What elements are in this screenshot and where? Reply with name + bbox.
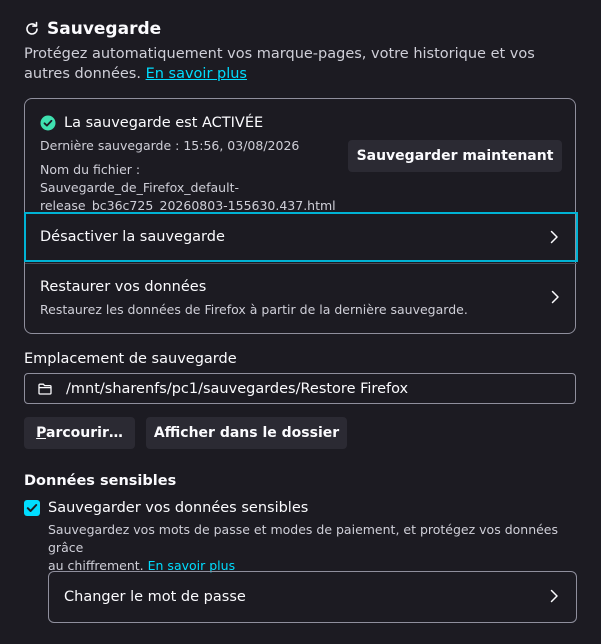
description-text: Protégez automatiquement vos marque-page…	[24, 46, 535, 82]
browse-accesskey: P	[36, 425, 47, 441]
chevron-right-icon	[549, 290, 561, 304]
check-circle-icon	[40, 115, 56, 131]
last-backup-time: Dernière sauvegarde : 15:56, 03/08/2026	[40, 138, 300, 153]
backup-header: Sauvegarde	[24, 19, 161, 39]
description-line: Sauvegardez vos mots de passe et modes d…	[48, 522, 559, 555]
chevron-right-icon	[548, 589, 560, 603]
sensitive-data-checkbox[interactable]	[24, 500, 40, 516]
show-in-folder-button[interactable]: Afficher dans le dossier	[146, 417, 347, 449]
sensitive-data-checkbox-label[interactable]: Sauvegarder vos données sensibles	[48, 500, 308, 516]
backup-description: Protégez automatiquement vos marque-page…	[24, 44, 584, 84]
sensitive-data-heading: Données sensibles	[24, 473, 177, 489]
disable-backup-row[interactable]: Désactiver la sauvegarde	[24, 212, 578, 262]
disable-backup-label: Désactiver la sauvegarde	[40, 229, 225, 245]
page-title: Sauvegarde	[47, 19, 162, 39]
backup-status: La sauvegarde est ACTIVÉE	[40, 115, 263, 131]
change-password-row[interactable]: Changer le mot de passe	[48, 571, 577, 623]
refresh-icon	[24, 21, 40, 37]
backup-file-name: Nom du fichier : Sauvegarde_de_Firefox_d…	[40, 161, 340, 215]
learn-more-link[interactable]: En savoir plus	[146, 66, 247, 82]
change-password-label: Changer le mot de passe	[64, 589, 246, 605]
browse-label: arcourir…	[46, 425, 123, 441]
status-text: La sauvegarde est ACTIVÉE	[64, 115, 264, 131]
backup-status-card: La sauvegarde est ACTIVÉE Dernière sauve…	[24, 98, 578, 334]
restore-data-label: Restaurer vos données	[40, 279, 207, 295]
chevron-right-icon	[548, 230, 560, 244]
folder-icon	[38, 383, 52, 395]
browse-button[interactable]: Parcourir…	[24, 417, 135, 449]
checkmark-icon	[26, 504, 38, 512]
backup-location-field[interactable]	[24, 373, 576, 404]
backup-location-label: Emplacement de sauvegarde	[24, 351, 237, 367]
restore-data-row[interactable]: Restaurer vos données Restaurez les donn…	[25, 263, 577, 333]
sensitive-data-description: Sauvegardez vos mots de passe et modes d…	[48, 521, 578, 575]
backup-now-button[interactable]: Sauvegarder maintenant	[348, 140, 562, 172]
file-name-line: Nom du fichier : Sauvegarde_de_Firefox_d…	[40, 162, 239, 195]
restore-data-description: Restaurez les données de Firefox à parti…	[40, 302, 468, 317]
backup-location-input[interactable]	[64, 379, 548, 398]
